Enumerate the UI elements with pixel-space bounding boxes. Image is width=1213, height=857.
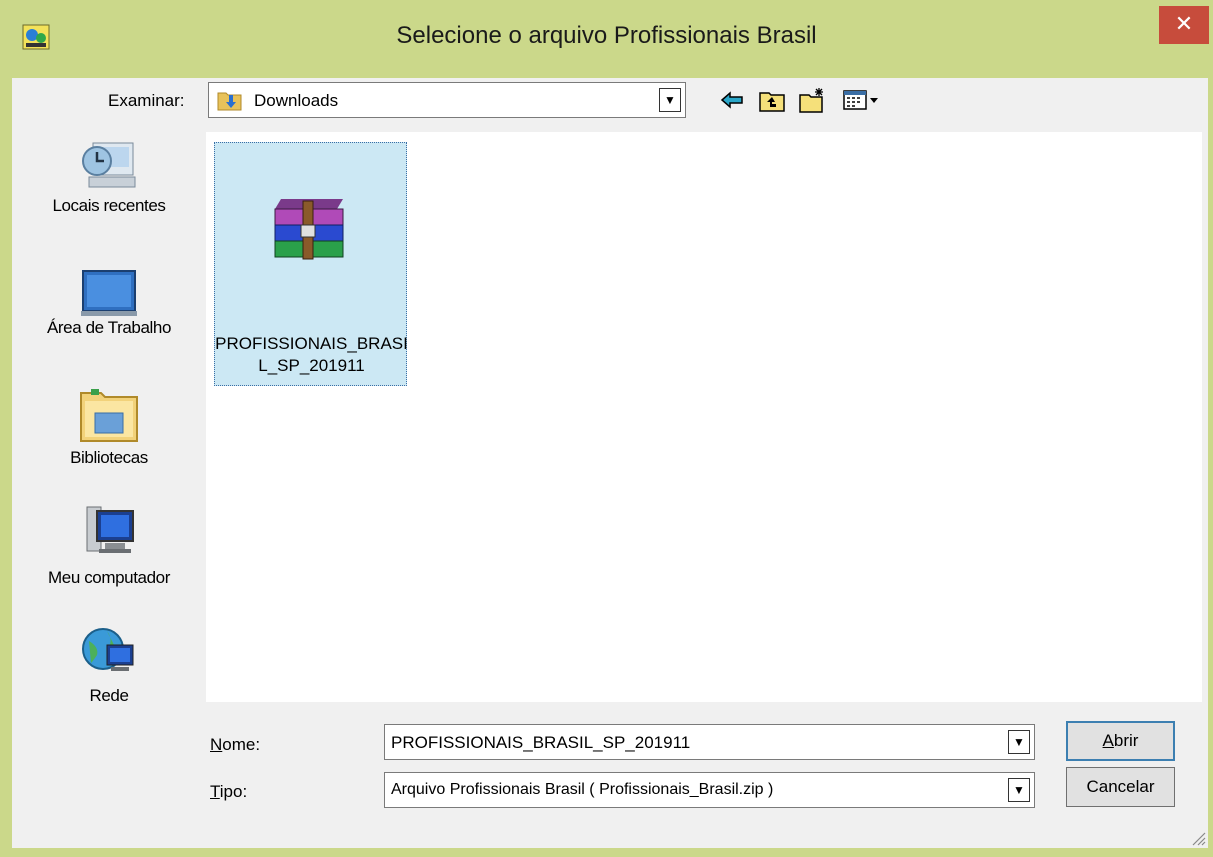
filetype-value: Arquivo Profissionais Brasil ( Profissio… <box>391 781 774 798</box>
recent-places-icon <box>82 142 136 188</box>
file-item[interactable]: PROFISSIONAIS_BRASIL_SP_201911 <box>214 142 408 386</box>
winrar-archive-icon <box>274 199 344 260</box>
up-folder-icon[interactable] <box>758 86 786 114</box>
desktop-icon <box>81 270 137 316</box>
close-button[interactable]: ✕ <box>1159 6 1209 44</box>
title-bar[interactable]: Selecione o arquivo Profissionais Brasil… <box>0 0 1213 78</box>
lookin-value: Downloads <box>254 91 339 110</box>
place-label: Locais recentes <box>52 196 166 215</box>
place-desktop[interactable]: Área de Trabalho <box>12 267 206 339</box>
chevron-down-icon[interactable]: ▼ <box>1008 778 1030 802</box>
place-label: Bibliotecas <box>70 448 148 467</box>
resize-grip-icon[interactable] <box>1190 830 1206 846</box>
place-network[interactable]: Rede <box>12 621 206 707</box>
filetype-label: Tipo: <box>210 782 248 801</box>
place-recent[interactable]: Locais recentes <box>12 135 206 217</box>
place-label: Meu computador <box>48 568 170 587</box>
place-label: Rede <box>89 686 129 705</box>
file-name: PROFISSIONAIS_BRASIL_SP_201911 <box>215 334 408 375</box>
filename-input[interactable]: PROFISSIONAIS_BRASIL_SP_201911 ▼ <box>384 724 1035 760</box>
dialog-body: Examinar: Downloads ▼ Locais recentes Ár… <box>12 78 1208 848</box>
new-folder-icon[interactable] <box>798 86 826 114</box>
file-open-dialog: Selecione o arquivo Profissionais Brasil… <box>0 0 1213 857</box>
network-icon <box>82 628 134 671</box>
downloads-folder-icon <box>217 92 242 111</box>
file-list[interactable]: PROFISSIONAIS_BRASIL_SP_201911 <box>206 132 1202 702</box>
back-arrow-icon[interactable] <box>718 86 746 114</box>
filename-label: Nome: <box>210 735 261 754</box>
close-icon: ✕ <box>1174 11 1194 36</box>
place-label: Área de Trabalho <box>46 318 172 337</box>
lookin-label: Examinar: <box>108 91 185 110</box>
places-bar: Locais recentes Área de Trabalho Bibliot… <box>12 123 206 723</box>
open-button[interactable]: Abrir <box>1066 721 1175 761</box>
place-libraries[interactable]: Bibliotecas <box>12 383 206 469</box>
computer-icon <box>86 506 134 553</box>
filename-value: PROFISSIONAIS_BRASIL_SP_201911 <box>391 733 691 752</box>
chevron-down-icon[interactable]: ▼ <box>659 88 681 112</box>
cancel-button[interactable]: Cancelar <box>1066 767 1175 807</box>
lookin-combo[interactable]: Downloads ▼ <box>208 82 686 118</box>
place-computer[interactable]: Meu computador <box>12 503 206 589</box>
chevron-down-icon[interactable]: ▼ <box>1008 730 1030 754</box>
libraries-icon <box>80 389 138 442</box>
filetype-select[interactable]: Arquivo Profissionais Brasil ( Profissio… <box>384 772 1035 808</box>
view-menu-icon[interactable] <box>842 86 882 114</box>
window-title: Selecione o arquivo Profissionais Brasil <box>396 22 817 49</box>
